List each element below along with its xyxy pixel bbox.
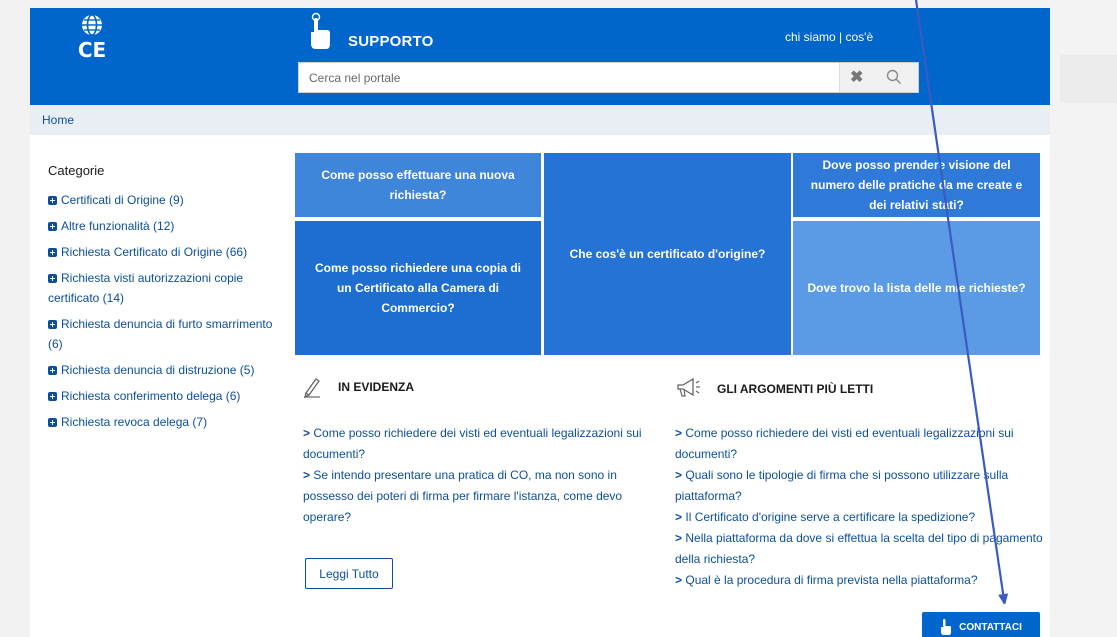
- list-item[interactable]: > Qual è la procedura di firma prevista …: [675, 570, 1045, 591]
- plus-square-icon: [48, 274, 57, 283]
- sidebar-item-richiesta-certificato[interactable]: Richiesta Certificato di Origine (66): [48, 242, 273, 262]
- top-links: chi siamo | cos'è: [785, 30, 873, 44]
- tile-lista-richieste[interactable]: Dove trovo la lista delle mie richieste?: [793, 221, 1040, 355]
- pointing-hand-icon: [311, 12, 330, 49]
- sidebar-item-label: Richiesta revoca delega (7): [61, 415, 208, 429]
- chevron-right-icon: >: [675, 426, 683, 440]
- sidebar-item-label: Richiesta denuncia di furto smarrimento …: [48, 317, 273, 351]
- list-item[interactable]: > Nella piattaforma da dove si effettua …: [675, 528, 1045, 570]
- list-item[interactable]: > Se intendo presentare una pratica di C…: [303, 465, 668, 528]
- tile-cose-certificato[interactable]: Che cos'è un certificato d'origine?: [544, 153, 791, 355]
- megaphone-icon: [677, 377, 700, 397]
- argomenti-header: GLI ARGOMENTI PIÙ LETTI: [675, 376, 873, 402]
- sidebar-item-revoca-delega[interactable]: Richiesta revoca delega (7): [48, 412, 273, 432]
- list-item-label: Se intendo presentare una pratica di CO,…: [303, 468, 623, 524]
- sidebar-item-conferimento-delega[interactable]: Richiesta conferimento delega (6): [48, 386, 273, 406]
- sidebar-item-label: Altre funzionalità (12): [61, 219, 175, 233]
- plus-square-icon: [48, 392, 57, 401]
- in-evidenza-list: > Come posso richiedere dei visti ed eve…: [303, 423, 668, 528]
- list-item[interactable]: > Il Certificato d'origine serve a certi…: [675, 507, 1045, 528]
- sidebar-item-altre-funzionalita[interactable]: Altre funzionalità (12): [48, 216, 273, 236]
- list-item[interactable]: > Quali sono le tipologie di firma che s…: [675, 465, 1045, 507]
- sidebar-item-label: Richiesta visti autorizzazioni copie cer…: [48, 271, 244, 305]
- sidebar-item-certificati-origine[interactable]: Certificati di Origine (9): [48, 190, 273, 210]
- logo-text: CE: [77, 38, 107, 62]
- search-buttons: ✖: [839, 63, 918, 92]
- plus-square-icon: [48, 366, 57, 375]
- plus-square-icon: [48, 222, 57, 231]
- search-input[interactable]: [299, 63, 819, 92]
- sidebar-item-label: Richiesta conferimento delega (6): [61, 389, 241, 403]
- list-item-label: Come posso richiedere dei visti ed event…: [303, 426, 642, 461]
- logo[interactable]: CE: [72, 14, 112, 61]
- cose-link[interactable]: cos'è: [846, 30, 874, 44]
- right-panel: [1060, 55, 1117, 103]
- right-background: [1050, 0, 1117, 637]
- argomenti-list: > Come posso richiedere dei visti ed eve…: [675, 423, 1045, 591]
- chi-siamo-link[interactable]: chi siamo: [785, 30, 836, 44]
- chevron-right-icon: >: [675, 531, 683, 545]
- breadcrumb: Home: [30, 105, 1050, 135]
- argomenti-title: GLI ARGOMENTI PIÙ LETTI: [717, 382, 874, 396]
- plus-square-icon: [48, 248, 57, 257]
- sidebar-item-label: Richiesta denuncia di distruzione (5): [61, 363, 255, 377]
- list-item[interactable]: > Come posso richiedere dei visti ed eve…: [303, 423, 668, 465]
- chevron-right-icon: >: [675, 573, 683, 587]
- in-evidenza-title: IN EVIDENZA: [338, 380, 415, 394]
- plus-square-icon: [48, 196, 57, 205]
- links-separator: |: [839, 30, 843, 44]
- list-item-label: Quali sono le tipologie di firma che si …: [675, 468, 1009, 503]
- sidebar-item-label: Certificati di Origine (9): [61, 193, 184, 207]
- chevron-right-icon: >: [303, 426, 311, 440]
- sidebar-item-richiesta-visti[interactable]: Richiesta visti autorizzazioni copie cer…: [48, 268, 273, 308]
- in-evidenza-header: IN EVIDENZA: [302, 376, 414, 398]
- pointing-hand-icon: [941, 619, 952, 635]
- plus-square-icon: [48, 320, 57, 329]
- list-item[interactable]: > Come posso richiedere dei visti ed eve…: [675, 423, 1045, 465]
- sidebar-item-label: Richiesta Certificato di Origine (66): [61, 245, 248, 259]
- list-item-label: Qual è la procedura di firma prevista ne…: [685, 573, 978, 587]
- list-item-label: Come posso richiedere dei visti ed event…: [675, 426, 1014, 461]
- list-item-label: Nella piattaforma da dove si effettua la…: [675, 531, 1043, 566]
- search-icon[interactable]: [886, 69, 902, 85]
- page-title: SUPPORTO: [348, 33, 434, 50]
- header: CE SUPPORTO chi siamo | cos'è ✖: [30, 8, 1050, 105]
- pencil-icon: [304, 378, 320, 398]
- contattaci-button[interactable]: CONTATTACI: [922, 612, 1040, 637]
- contattaci-label: CONTATTACI: [959, 621, 1022, 633]
- search-bar: ✖: [298, 62, 919, 93]
- page-frame: CE SUPPORTO chi siamo | cos'è ✖ Home: [30, 8, 1050, 637]
- tile-nuova-richiesta[interactable]: Come posso effettuare una nuova richiest…: [295, 153, 541, 217]
- chevron-right-icon: >: [675, 468, 683, 482]
- sidebar: Categorie Certificati di Origine (9) Alt…: [48, 163, 273, 438]
- tile-visione-pratiche[interactable]: Dove posso prendere visione del numero d…: [793, 153, 1040, 217]
- tile-copia-certificato[interactable]: Come posso richiedere una copia di un Ce…: [295, 221, 541, 355]
- sidebar-title: Categorie: [48, 163, 105, 178]
- chevron-right-icon: >: [675, 510, 683, 524]
- breadcrumb-home[interactable]: Home: [42, 113, 74, 127]
- list-item-label: Il Certificato d'origine serve a certifi…: [685, 510, 976, 524]
- close-icon[interactable]: ✖: [850, 67, 863, 87]
- plus-square-icon: [48, 418, 57, 427]
- sidebar-item-denuncia-furto[interactable]: Richiesta denuncia di furto smarrimento …: [48, 314, 273, 354]
- globe-icon: [82, 14, 102, 36]
- sidebar-item-denuncia-distruzione[interactable]: Richiesta denuncia di distruzione (5): [48, 360, 273, 380]
- leggi-tutto-button[interactable]: Leggi Tutto: [305, 558, 393, 589]
- faq-tiles: Come posso effettuare una nuova richiest…: [295, 153, 1040, 355]
- chevron-right-icon: >: [303, 468, 311, 482]
